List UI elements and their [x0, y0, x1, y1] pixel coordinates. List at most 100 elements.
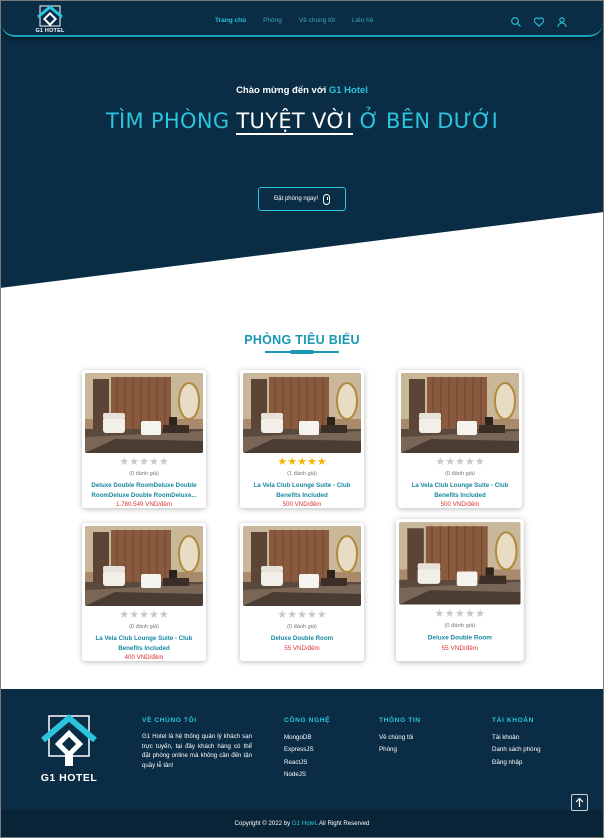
account-link-room-list[interactable]: Danh sách phòng [492, 744, 541, 756]
rating-stars: ★★★★★ [396, 607, 524, 620]
room-price: 500 VND/đêm [282, 501, 322, 508]
star-icon: ★ [454, 607, 465, 620]
star-icon: ★ [158, 609, 169, 621]
star-icon: ★ [158, 456, 169, 468]
review-count: (0 đánh giá) [129, 471, 159, 477]
star-icon: ★ [129, 456, 140, 468]
star-icon: ★ [277, 456, 288, 468]
tech-link-reactjs[interactable]: ReactJS [284, 757, 330, 769]
nav-rooms[interactable]: Phòng [263, 17, 282, 24]
featured-title: PHÒNG TIÊU BIỂU [244, 333, 360, 347]
star-icon: ★ [129, 609, 140, 621]
nav-about[interactable]: Về chúng tôi [299, 17, 335, 24]
user-icon[interactable] [556, 15, 568, 28]
footer-info: THÔNG TIN Về chúng tôi Phòng [379, 717, 421, 757]
footer-about-text: G1 Hotel là hệ thống quản lý khách sạn t… [142, 733, 252, 769]
room-name[interactable]: Deluxe Double Room [246, 634, 358, 644]
room-card[interactable]: ★★★★★ (0 đánh giá) La Vela Club Lounge Sui… [82, 523, 206, 661]
footer-tech: CÔNG NGHỆ MongoDB ExpressJS ReactJS Node… [284, 717, 330, 782]
headline-before: TÌM PHÒNG [105, 109, 237, 133]
room-price: 55 VND/đêm [441, 644, 479, 652]
star-icon: ★ [316, 609, 327, 621]
review-count: (0 đánh giá) [445, 471, 475, 477]
hero-section: G1 HOTEL Trang chủ Phòng Về chúng tôi Li… [0, 0, 604, 290]
star-icon: ★ [139, 456, 149, 468]
welcome-brand: G1 Hotel [328, 85, 368, 96]
room-card[interactable]: ★★★★★ (0 đánh giá) Deluxe Double Room 55 VN… [396, 519, 524, 662]
star-icon: ★ [119, 456, 130, 468]
star-icon: ★ [464, 607, 476, 620]
room-photo [85, 373, 203, 453]
welcome-text: Chào mừng đến với G1 Hotel [0, 85, 604, 96]
info-link-about[interactable]: Về chúng tôi [379, 732, 421, 744]
room-photo [243, 526, 361, 606]
rating-stars: ★★★★★ [398, 457, 522, 468]
room-photo [85, 526, 203, 606]
room-card[interactable]: ★★★★★ (1 đánh giá) La Vela Club Lounge Sui… [240, 370, 364, 508]
room-card[interactable]: ★★★★★ (0 đánh giá) Deluxe Double Room 55 VN… [240, 523, 364, 661]
room-name[interactable]: La Vela Club Lounge Suite - Club Benefit… [404, 481, 516, 500]
nav-contact[interactable]: Liên hệ [352, 17, 373, 24]
footer-account: TÀI KHOẢN Tài khoản Danh sách phòng Đăng… [492, 717, 541, 769]
welcome-prefix: Chào mừng đến với [236, 85, 329, 96]
room-photo [243, 373, 361, 453]
review-count: (0 đánh giá) [129, 624, 159, 630]
top-navbar: G1 HOTEL Trang chủ Phòng Về chúng tôi Li… [1, 1, 603, 37]
rating-stars: ★★★★★ [82, 610, 206, 621]
star-icon: ★ [475, 607, 486, 620]
room-name[interactable]: La Vela Club Lounge Suite - Club Benefit… [246, 481, 358, 500]
star-icon: ★ [434, 607, 445, 620]
tech-link-nodejs[interactable]: NodeJS [284, 769, 330, 781]
tech-link-expressjs[interactable]: ExpressJS [284, 744, 330, 756]
arrow-up-icon [575, 797, 584, 807]
account-link-account[interactable]: Tài khoản [492, 732, 541, 744]
room-photo [399, 522, 521, 605]
room-photo [401, 373, 519, 453]
rating-stars: ★★★★★ [240, 457, 364, 468]
star-icon: ★ [435, 456, 446, 468]
star-icon: ★ [306, 609, 317, 621]
mouse-icon [323, 193, 331, 205]
star-icon: ★ [306, 456, 317, 468]
star-icon: ★ [287, 456, 298, 468]
logo-text: G1 HOTEL [35, 28, 65, 34]
star-icon: ★ [474, 456, 485, 468]
main-nav: Trang chủ Phòng Về chúng tôi Liên hệ [215, 17, 390, 24]
room-price: 400 VND/đêm [124, 654, 164, 661]
info-link-rooms[interactable]: Phòng [379, 744, 421, 756]
room-card[interactable]: ★★★★★ (0 đánh giá) Deluxe Double RoomDelux… [82, 370, 206, 508]
headline-after: Ở BÊN DƯỚI [352, 109, 499, 133]
hero-background [0, 0, 604, 288]
star-icon: ★ [316, 456, 327, 468]
star-icon: ★ [297, 456, 307, 468]
footer-logo-icon [41, 714, 97, 766]
headline-highlight: TUYỆT VỜI [236, 109, 353, 135]
account-link-login[interactable]: Đăng nhập [492, 757, 541, 769]
star-icon: ★ [445, 456, 456, 468]
room-name[interactable]: Deluxe Double Room [402, 633, 517, 643]
star-icon: ★ [119, 609, 130, 621]
scroll-to-top-button[interactable] [571, 794, 588, 811]
hero-headline: TÌM PHÒNG TUYỆT VỜI Ở BÊN DƯỚI [0, 109, 604, 135]
book-now-button[interactable]: Đặt phòng ngay! [258, 187, 346, 211]
star-icon: ★ [287, 609, 298, 621]
room-price: 55 VND/đêm [284, 645, 320, 652]
heart-icon[interactable] [533, 15, 545, 27]
hotel-logo-icon [37, 5, 63, 27]
logo[interactable]: G1 HOTEL [34, 4, 66, 36]
room-name[interactable]: La Vela Club Lounge Suite - Club Benefit… [88, 634, 200, 653]
star-icon: ★ [444, 607, 455, 620]
copyright-brand[interactable]: G1 Hotel [292, 820, 316, 827]
footer: G1 HOTEL VỀ CHÚNG TÔI G1 Hotel là hệ thố… [0, 689, 604, 838]
search-icon[interactable] [510, 15, 522, 27]
nav-home[interactable]: Trang chủ [215, 17, 246, 24]
copyright-prefix: Copyright © 2022 by [234, 820, 292, 827]
title-underline [265, 350, 339, 354]
tech-link-mongodb[interactable]: MongoDB [284, 732, 330, 744]
star-icon: ★ [464, 456, 475, 468]
room-name[interactable]: Deluxe Double RoomDeluxe Double RoomDelu… [88, 481, 200, 500]
copyright-bar: Copyright © 2022 by G1 Hotel. All Right … [0, 810, 604, 838]
footer-about: VỀ CHÚNG TÔI G1 Hotel là hệ thống quản l… [142, 717, 252, 770]
room-card[interactable]: ★★★★★ (0 đánh giá) La Vela Club Lounge Sui… [398, 370, 522, 508]
review-count: (1 đánh giá) [287, 471, 317, 477]
